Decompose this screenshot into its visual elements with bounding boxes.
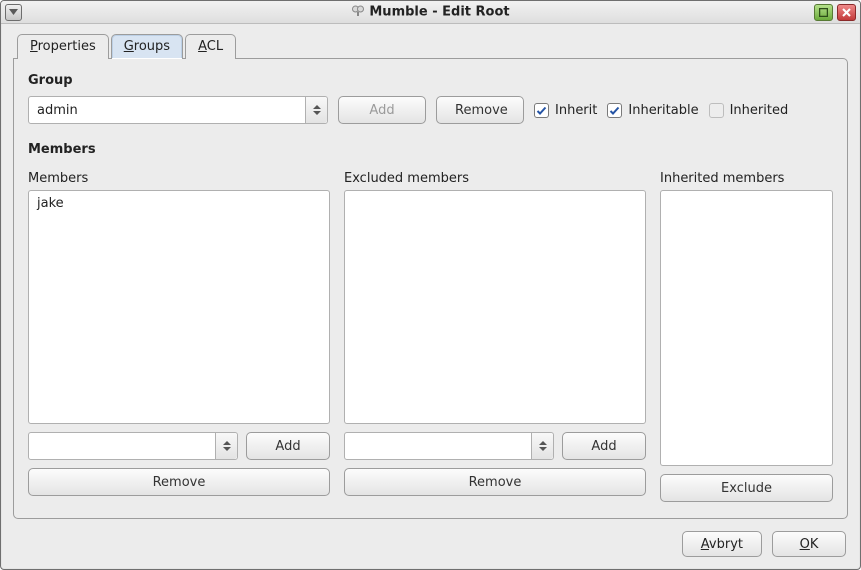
chevron-down-icon bbox=[539, 447, 547, 451]
checkbox-label: Inherited bbox=[730, 103, 789, 118]
tab-label: A bbox=[198, 39, 207, 54]
checkbox-box bbox=[534, 103, 549, 118]
members-add-row: Add bbox=[28, 432, 330, 460]
checkbox-box bbox=[607, 103, 622, 118]
group-add-button: Add bbox=[338, 96, 426, 124]
maximize-button[interactable] bbox=[814, 4, 833, 21]
chevron-down-icon bbox=[223, 447, 231, 451]
chevron-up-icon bbox=[223, 441, 231, 445]
members-section-header: Members bbox=[28, 142, 833, 157]
inherited-checkbox: Inherited bbox=[709, 103, 789, 118]
window: Mumble - Edit Root Properties Groups ACL… bbox=[0, 0, 861, 570]
close-icon bbox=[842, 8, 851, 17]
chevron-down-icon bbox=[9, 9, 18, 15]
inherited-column: Inherited members Exclude bbox=[660, 171, 833, 502]
tab-acl[interactable]: ACL bbox=[185, 34, 236, 59]
excluded-listbox[interactable] bbox=[344, 190, 646, 424]
members-input-combo[interactable] bbox=[28, 432, 238, 460]
inherited-exclude-button[interactable]: Exclude bbox=[660, 474, 833, 502]
members-add-button[interactable]: Add bbox=[246, 432, 330, 460]
checkbox-box bbox=[709, 103, 724, 118]
tab-label: P bbox=[30, 39, 38, 54]
members-column: Members jake Add bbox=[28, 171, 330, 502]
tab-label-rest: roperties bbox=[38, 39, 96, 54]
tab-label: G bbox=[124, 39, 134, 54]
maximize-icon bbox=[819, 8, 828, 17]
inheritable-checkbox[interactable]: Inheritable bbox=[607, 103, 698, 118]
inherit-checkbox[interactable]: Inherit bbox=[534, 103, 597, 118]
tab-label-rest: CL bbox=[207, 39, 223, 54]
list-item[interactable]: jake bbox=[35, 195, 323, 212]
check-icon bbox=[536, 105, 547, 116]
excluded-input[interactable] bbox=[345, 433, 531, 459]
chevron-up-icon bbox=[313, 105, 321, 109]
group-section-header: Group bbox=[28, 73, 833, 88]
members-grid: Members jake Add bbox=[28, 171, 833, 502]
check-icon bbox=[609, 105, 620, 116]
excluded-label: Excluded members bbox=[344, 171, 646, 186]
members-listbox[interactable]: jake bbox=[28, 190, 330, 424]
tab-groups[interactable]: Groups bbox=[111, 34, 183, 59]
cancel-button[interactable]: Avbryt bbox=[682, 531, 762, 557]
tab-bar: Properties Groups ACL bbox=[13, 34, 848, 59]
close-button[interactable] bbox=[837, 4, 856, 21]
members-label: Members bbox=[28, 171, 330, 186]
chevron-down-icon bbox=[313, 111, 321, 115]
excluded-add-row: Add bbox=[344, 432, 646, 460]
group-remove-button[interactable]: Remove bbox=[436, 96, 524, 124]
checkbox-label: Inherit bbox=[555, 103, 597, 118]
dialog-footer: Avbryt OK bbox=[13, 531, 848, 557]
titlebar: Mumble - Edit Root bbox=[1, 1, 860, 24]
members-remove-button[interactable]: Remove bbox=[28, 468, 330, 496]
tab-properties[interactable]: Properties bbox=[17, 34, 109, 59]
excluded-remove-button[interactable]: Remove bbox=[344, 468, 646, 496]
group-combo[interactable] bbox=[28, 96, 328, 124]
combo-spin[interactable] bbox=[305, 97, 327, 123]
combo-spin[interactable] bbox=[215, 433, 237, 459]
combo-spin[interactable] bbox=[531, 433, 553, 459]
tab-label-rest: roups bbox=[134, 39, 170, 54]
checkbox-label: Inheritable bbox=[628, 103, 698, 118]
tab-panel-groups: Group Add Remove Inherit bbox=[13, 58, 848, 519]
app-icon bbox=[351, 3, 365, 21]
group-combo-input[interactable] bbox=[29, 97, 305, 123]
members-input[interactable] bbox=[29, 433, 215, 459]
excluded-add-button[interactable]: Add bbox=[562, 432, 646, 460]
excluded-input-combo[interactable] bbox=[344, 432, 554, 460]
client-area: Properties Groups ACL Group Add Remove bbox=[1, 24, 860, 569]
chevron-up-icon bbox=[539, 441, 547, 445]
inherited-label: Inherited members bbox=[660, 171, 833, 186]
inherited-listbox[interactable] bbox=[660, 190, 833, 466]
ok-button[interactable]: OK bbox=[772, 531, 846, 557]
excluded-column: Excluded members Add Remove bbox=[344, 171, 646, 502]
system-menu-button[interactable] bbox=[5, 4, 22, 21]
group-row: Add Remove Inherit Inheritable In bbox=[28, 96, 833, 124]
window-title: Mumble - Edit Root bbox=[1, 3, 860, 21]
